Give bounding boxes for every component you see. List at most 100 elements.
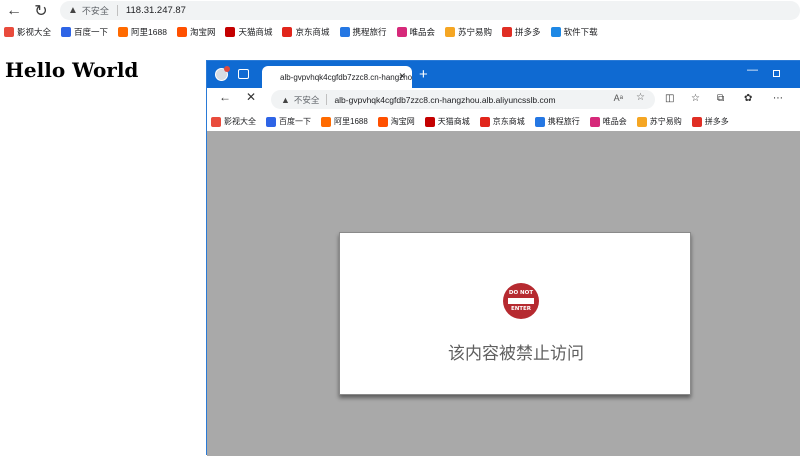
- bookmark-item[interactable]: 京东商城: [479, 116, 525, 127]
- bookmark-item[interactable]: 天猫商城: [424, 116, 470, 127]
- browser-window: alb-gvpvhqk4cgfdb7zzc8.cn-hangzhou ✕ + —…: [206, 60, 800, 456]
- page-heading: Hello World: [5, 58, 139, 82]
- address-bar[interactable]: ▲ 不安全 118.31.247.87: [60, 1, 800, 20]
- bookmark-label: 淘宝网: [390, 117, 415, 126]
- bookmark-item[interactable]: 阿里1688: [321, 116, 368, 127]
- bookmark-label: 影视大全: [224, 117, 256, 126]
- tab-active[interactable]: alb-gvpvhqk4cgfdb7zzc8.cn-hangzhou ✕: [262, 66, 412, 88]
- bookmark-favicon-icon: [636, 116, 647, 127]
- bookmarks-bar: 影视大全 百度一下 阿里1688 淘宝网 天猫商城 京东商城 携程旅行 唯品会 苏宁易购 拼多多 软…: [0, 23, 604, 41]
- bookmark-item[interactable]: 苏宁易购: [445, 26, 492, 38]
- bookmark-label: 唯品会: [602, 117, 627, 126]
- address-divider: [326, 94, 328, 105]
- more-menu-icon[interactable]: ⋯: [773, 93, 783, 104]
- bookmark-label: 京东商城: [295, 27, 330, 37]
- read-aloud-icon[interactable]: Aᵃ: [614, 93, 623, 103]
- window-address-bar[interactable]: ▲ 不安全 alb-gvpvhqk4cgfdb7zzc8.cn-hangzhou…: [271, 90, 655, 109]
- bookmark-favicon-icon: [479, 116, 490, 127]
- bookmark-item[interactable]: 软件下载: [550, 26, 598, 38]
- warning-icon: ▲: [281, 94, 290, 105]
- new-tab-button[interactable]: +: [419, 66, 428, 83]
- bookmark-label: 携程旅行: [547, 117, 580, 126]
- bookmark-label: 阿里1688: [131, 27, 167, 37]
- bookmark-favicon-icon: [377, 116, 388, 127]
- bookmark-item[interactable]: 拼多多: [502, 26, 541, 38]
- bookmark-label: 百度一下: [279, 117, 311, 126]
- profile-avatar-icon[interactable]: [215, 66, 230, 81]
- bookmark-favicon-icon: [211, 116, 221, 127]
- split-screen-icon[interactable]: ◫: [665, 93, 674, 104]
- bookmark-favicon-icon: [266, 116, 276, 127]
- sign-bar: [508, 298, 534, 304]
- insecure-label: 不安全: [293, 94, 320, 105]
- bookmark-item[interactable]: 拼多多: [691, 116, 729, 127]
- do-not-enter-icon: DO NOT ENTER: [503, 283, 539, 319]
- bookmark-favicon-icon: [4, 27, 14, 37]
- window-titlebar: alb-gvpvhqk4cgfdb7zzc8.cn-hangzhou ✕ + —: [207, 61, 800, 88]
- bookmark-favicon-icon: [502, 27, 513, 37]
- bookmark-favicon-icon: [424, 116, 435, 127]
- favorites-icon[interactable]: ☆: [691, 93, 700, 104]
- bookmark-favicon-icon: [282, 27, 293, 37]
- bookmark-label: 拼多多: [704, 117, 729, 126]
- bookmark-item[interactable]: 淘宝网: [176, 26, 215, 38]
- sign-bottom-text: ENTER: [510, 306, 532, 312]
- blocked-card: DO NOT ENTER 该内容被禁止访问: [339, 232, 691, 395]
- page-content: DO NOT ENTER 该内容被禁止访问: [207, 131, 800, 456]
- url-text: alb-gvpvhqk4cgfdb7zzc8.cn-hangzhou.alb.a…: [334, 94, 556, 105]
- outer-toolbar: ← ↻ ▲ 不安全 118.31.247.87: [0, 0, 800, 22]
- bookmark-favicon-icon: [534, 116, 545, 127]
- address-divider: [116, 5, 118, 16]
- bookmark-label: 百度一下: [74, 27, 109, 37]
- bookmark-item[interactable]: 天猫商城: [225, 26, 272, 38]
- bookmark-item[interactable]: 携程旅行: [339, 26, 387, 38]
- bookmark-favicon-icon: [339, 27, 350, 37]
- collections-icon[interactable]: ⧉: [717, 93, 724, 104]
- bookmark-item[interactable]: 唯品会: [396, 26, 435, 38]
- bookmark-favicon-icon: [445, 27, 456, 37]
- back-button[interactable]: ←: [3, 0, 25, 22]
- favorite-star-icon[interactable]: ☆: [636, 92, 645, 103]
- bookmark-favicon-icon: [550, 27, 561, 37]
- sign-top-text: DO NOT: [508, 290, 534, 296]
- bookmark-item[interactable]: 京东商城: [282, 26, 330, 38]
- bookmark-item[interactable]: 苏宁易购: [636, 116, 682, 127]
- bookmark-item[interactable]: 百度一下: [61, 26, 108, 38]
- access-denied-message: 该内容被禁止访问: [448, 344, 584, 363]
- bookmark-label: 影视大全: [17, 27, 52, 37]
- tab-title: alb-gvpvhqk4cgfdb7zzc8.cn-hangzhou: [280, 72, 412, 82]
- bookmark-item[interactable]: 阿里1688: [118, 26, 167, 38]
- warning-icon: ▲: [68, 5, 78, 16]
- bookmark-label: 阿里1688: [334, 117, 368, 126]
- bookmark-label: 京东商城: [492, 117, 525, 126]
- reload-button[interactable]: ↻: [30, 0, 52, 22]
- bookmark-favicon-icon: [396, 27, 407, 37]
- bookmark-label: 携程旅行: [352, 27, 387, 37]
- close-tab-icon[interactable]: ✕: [398, 71, 406, 82]
- extensions-icon[interactable]: ✿: [744, 93, 752, 104]
- bookmark-item[interactable]: 影视大全: [4, 26, 51, 38]
- bookmark-label: 软件下载: [563, 27, 598, 37]
- bookmark-label: 苏宁易购: [649, 117, 682, 126]
- tab-actions-icon[interactable]: [238, 69, 249, 79]
- bookmark-label: 苏宁易购: [458, 27, 493, 37]
- bookmark-favicon-icon: [321, 116, 331, 127]
- bookmark-item[interactable]: 淘宝网: [377, 116, 415, 127]
- stop-icon[interactable]: ✕: [246, 90, 256, 104]
- minimize-button[interactable]: —: [747, 64, 758, 76]
- insecure-label: 不安全: [81, 6, 109, 16]
- url-text: 118.31.247.87: [125, 5, 186, 16]
- reload-icon: ↻: [34, 3, 48, 20]
- bookmark-item[interactable]: 唯品会: [589, 116, 627, 127]
- back-button[interactable]: ←: [219, 90, 231, 104]
- bookmark-label: 天猫商城: [238, 27, 273, 37]
- bookmark-favicon-icon: [225, 27, 236, 37]
- arrow-left-icon: ←: [6, 2, 22, 19]
- bookmark-favicon-icon: [589, 116, 600, 127]
- maximize-button[interactable]: [773, 70, 780, 77]
- bookmark-item[interactable]: 百度一下: [266, 116, 311, 127]
- bookmark-item[interactable]: 影视大全: [211, 116, 256, 127]
- bookmark-label: 拼多多: [515, 27, 541, 37]
- bookmark-item[interactable]: 携程旅行: [534, 116, 580, 127]
- bookmark-label: 天猫商城: [437, 117, 470, 126]
